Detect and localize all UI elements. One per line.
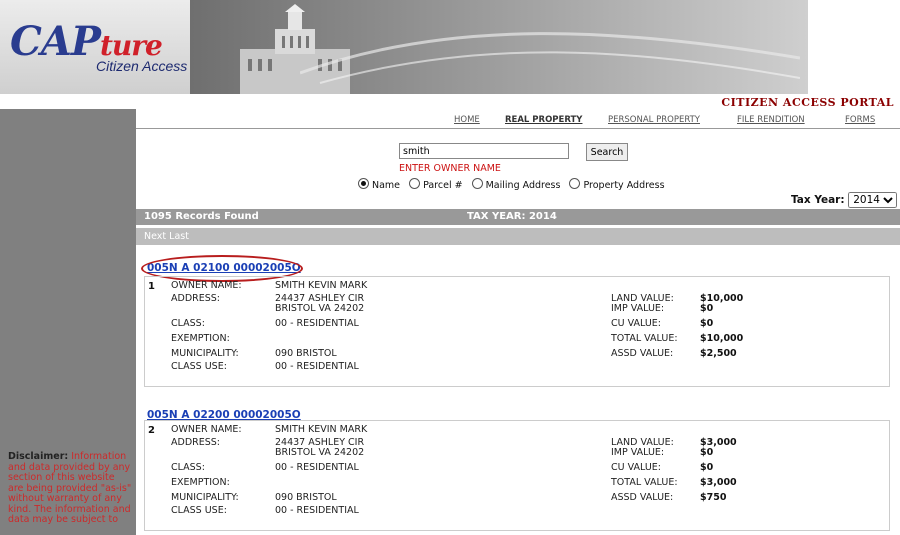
municipality-label: MUNICIPALITY: — [171, 492, 239, 503]
imp-label: IMP VALUE: — [611, 303, 665, 314]
municipality-value: 090 BRISTOL — [275, 348, 337, 359]
class-value: 00 - RESIDENTIAL — [275, 318, 359, 329]
paging-bar: Next Last — [136, 228, 900, 245]
search-button[interactable]: Search — [586, 143, 628, 161]
results-tax-year: TAX YEAR: 2014 — [467, 211, 557, 222]
nav-home[interactable]: HOME — [454, 115, 480, 125]
total-value: $3,000 — [700, 477, 737, 488]
search-hint: ENTER OWNER NAME — [399, 163, 501, 174]
records-count: 1095 Records Found — [144, 211, 259, 222]
record-card: 2 OWNER NAME: SMITH KEVIN MARK ADDRESS: … — [144, 420, 890, 531]
municipality-value: 090 BRISTOL — [275, 492, 337, 503]
radio-label: Parcel # — [423, 180, 463, 191]
radio-icon — [471, 178, 483, 189]
address-line2: BRISTOL VA 24202 — [275, 447, 365, 458]
imp-label: IMP VALUE: — [611, 447, 665, 458]
tax-year-control: Tax Year: 2014 — [791, 192, 898, 208]
cu-label: CU VALUE: — [611, 318, 661, 329]
assd-value: $750 — [700, 492, 727, 503]
record-number: 1 — [148, 281, 155, 292]
search-panel: Search ENTER OWNER NAME Name Parcel # Ma… — [136, 129, 900, 208]
municipality-label: MUNICIPALITY: — [171, 348, 239, 359]
disclaimer: Disclaimer: Information and data provide… — [8, 451, 132, 526]
portal-title: CITIZEN ACCESS PORTAL — [721, 96, 894, 109]
disclaimer-title: Disclaimer: — [8, 451, 69, 462]
radio-label: Mailing Address — [485, 180, 561, 191]
address-line2: BRISTOL VA 24202 — [275, 303, 365, 314]
class-use-label: CLASS USE: — [171, 505, 227, 516]
paging-links[interactable]: Next Last — [144, 231, 189, 242]
radio-icon — [409, 178, 421, 189]
radio-selected-icon — [358, 178, 369, 189]
assd-value: $2,500 — [700, 348, 737, 359]
class-label: CLASS: — [171, 462, 205, 473]
assd-label: ASSD VALUE: — [611, 348, 674, 359]
nav-forms[interactable]: FORMS — [845, 115, 875, 125]
nav-personal-property[interactable]: PERSONAL PROPERTY — [608, 115, 700, 125]
assd-label: ASSD VALUE: — [611, 492, 674, 503]
results-header: 1095 Records Found TAX YEAR: 2014 — [136, 209, 900, 225]
class-label: CLASS: — [171, 318, 205, 329]
address-label: ADDRESS: — [171, 293, 220, 304]
tax-year-select[interactable]: 2014 — [848, 192, 898, 208]
imp-value: $0 — [700, 447, 714, 458]
owner-value: SMITH KEVIN MARK — [275, 280, 368, 291]
logo-subtitle: Citizen Access — [96, 58, 188, 74]
class-use-label: CLASS USE: — [171, 361, 227, 372]
radio-property-address[interactable]: Property Address — [569, 178, 665, 191]
radio-parcel[interactable]: Parcel # — [409, 178, 463, 191]
class-use-value: 00 - RESIDENTIAL — [275, 361, 359, 372]
owner-label: OWNER NAME: — [171, 424, 242, 435]
cu-value: $0 — [700, 318, 714, 329]
header-banner: CAPture Citizen Access — [0, 0, 808, 94]
record-number: 2 — [148, 425, 155, 436]
record-card: 1 OWNER NAME: SMITH KEVIN MARK ADDRESS: … — [144, 276, 890, 387]
radio-icon — [569, 178, 581, 189]
cu-value: $0 — [700, 462, 714, 473]
search-input[interactable] — [399, 143, 569, 159]
nav-file-rendition[interactable]: FILE RENDITION — [737, 115, 805, 125]
class-value: 00 - RESIDENTIAL — [275, 462, 359, 473]
radio-label: Name — [372, 180, 401, 191]
class-use-value: 00 - RESIDENTIAL — [275, 505, 359, 516]
imp-value: $0 — [700, 303, 714, 314]
radio-label: Property Address — [583, 180, 665, 191]
tax-year-label: Tax Year: — [791, 194, 845, 206]
owner-value: SMITH KEVIN MARK — [275, 424, 368, 435]
logo-main-text: CAP — [10, 18, 101, 65]
radio-name[interactable]: Name — [358, 178, 400, 191]
cu-label: CU VALUE: — [611, 462, 661, 473]
total-label: TOTAL VALUE: — [611, 477, 678, 488]
address-label: ADDRESS: — [171, 437, 220, 448]
decorative-swoosh — [300, 32, 800, 84]
exemption-label: EXEMPTION: — [171, 477, 230, 488]
search-type-radios: Name Parcel # Mailing Address Property A… — [358, 178, 671, 191]
logo[interactable]: CAPture Citizen Access — [0, 0, 190, 94]
exemption-label: EXEMPTION: — [171, 333, 230, 344]
owner-label: OWNER NAME: — [171, 280, 242, 291]
top-nav: HOME REAL PROPERTY PERSONAL PROPERTY FIL… — [136, 109, 900, 129]
disclaimer-text: Information and data provided by any sec… — [8, 451, 132, 525]
radio-mailing-address[interactable]: Mailing Address — [471, 178, 561, 191]
total-label: TOTAL VALUE: — [611, 333, 678, 344]
total-value: $10,000 — [700, 333, 744, 344]
nav-real-property[interactable]: REAL PROPERTY — [505, 115, 582, 125]
